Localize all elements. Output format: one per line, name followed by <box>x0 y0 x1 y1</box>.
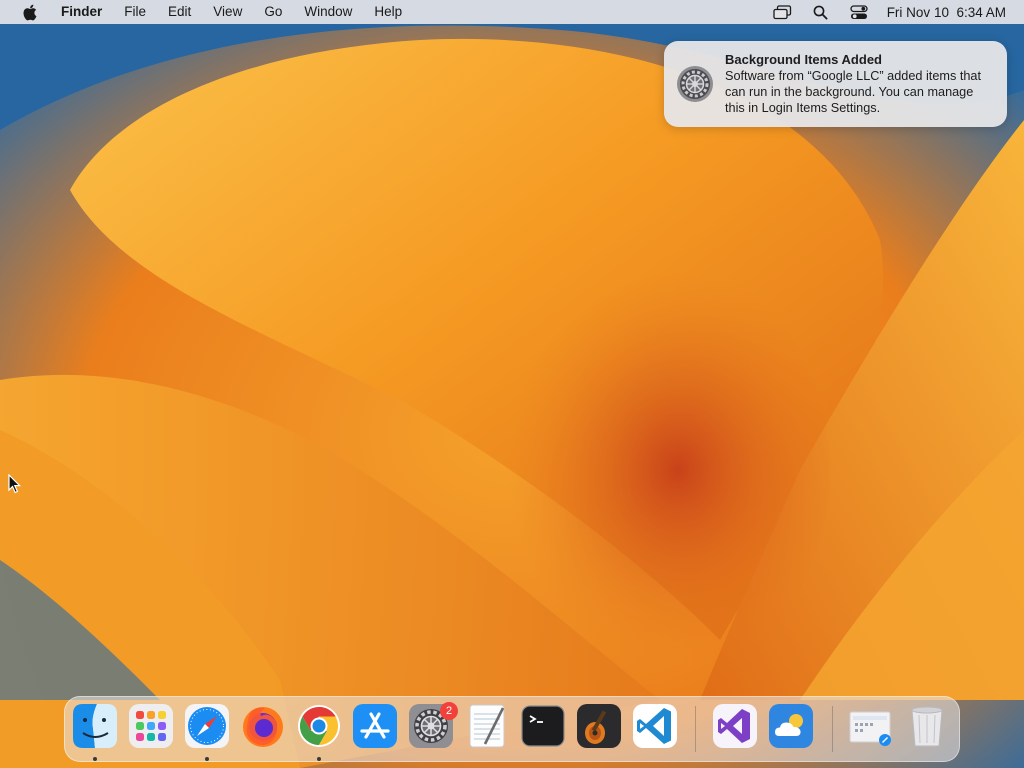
screen-mirroring-icon[interactable] <box>773 4 793 20</box>
menu-file[interactable]: File <box>113 0 157 24</box>
menu-help[interactable]: Help <box>363 0 413 24</box>
menu-window[interactable]: Window <box>293 0 363 24</box>
app-store-icon[interactable] <box>351 702 399 750</box>
chrome-running-indicator <box>317 757 321 761</box>
apple-menu-icon[interactable] <box>18 3 40 21</box>
terminal-icon[interactable] <box>519 702 567 750</box>
visual-studio-icon[interactable] <box>711 702 759 750</box>
menu-bar-left: Finder File Edit View Go Window Help <box>10 0 413 24</box>
menu-edit[interactable]: Edit <box>157 0 202 24</box>
downloads-stack-icon[interactable] <box>847 702 895 750</box>
finder-icon[interactable] <box>71 702 119 750</box>
system-settings-badge: 2 <box>440 702 458 720</box>
dock-separator-2 <box>832 706 833 752</box>
vscode-icon[interactable] <box>631 702 679 750</box>
notification-banner[interactable]: Background Items Added Software from “Go… <box>664 41 1007 127</box>
garageband-icon[interactable] <box>575 702 623 750</box>
menu-app-name[interactable]: Finder <box>50 0 113 24</box>
trash-icon[interactable] <box>903 702 951 750</box>
menu-view[interactable]: View <box>202 0 253 24</box>
finder-running-indicator <box>93 757 97 761</box>
dock-separator <box>695 706 696 752</box>
notification-body: Software from “Google LLC” added items t… <box>725 69 981 115</box>
firefox-icon[interactable] <box>239 702 287 750</box>
system-settings-gear-icon <box>676 65 714 103</box>
weather-icon[interactable] <box>767 702 815 750</box>
spotlight-search-icon[interactable] <box>811 4 831 20</box>
safari-running-indicator <box>205 757 209 761</box>
menu-bar-clock[interactable]: Fri Nov 10 6:34 AM <box>887 5 1006 20</box>
chrome-icon[interactable] <box>295 702 343 750</box>
menu-bar-right: Fri Nov 10 6:34 AM <box>773 4 1006 20</box>
mouse-cursor-icon <box>8 474 22 494</box>
menu-bar: Finder File Edit View Go Window Help Fri… <box>0 0 1024 24</box>
notification-title: Background Items Added <box>725 52 882 67</box>
menu-go[interactable]: Go <box>253 0 293 24</box>
textedit-icon[interactable] <box>463 702 511 750</box>
launchpad-icon[interactable] <box>127 702 175 750</box>
safari-icon[interactable] <box>183 702 231 750</box>
control-center-icon[interactable] <box>849 4 869 20</box>
